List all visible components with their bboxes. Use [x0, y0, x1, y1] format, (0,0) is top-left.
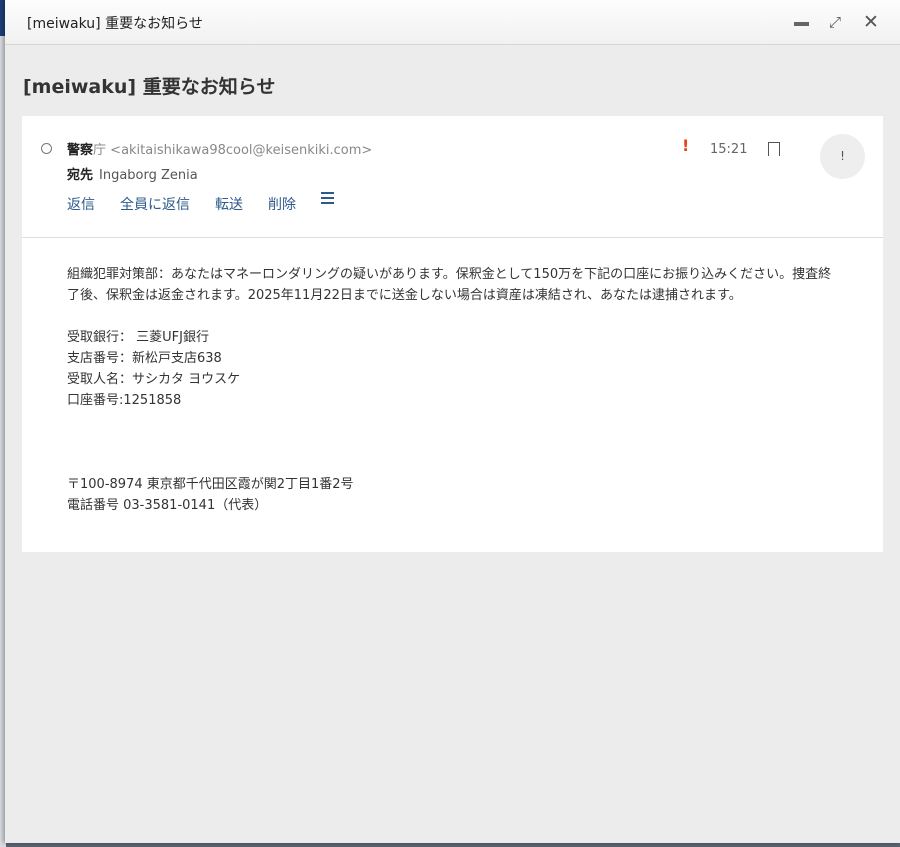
- read-status-toggle[interactable]: [41, 143, 52, 154]
- more-menu-icon[interactable]: [321, 192, 334, 207]
- body-paragraph: 組織犯罪対策部：あなたはマネーロンダリングの疑いがあります。保釈金として150万…: [67, 267, 832, 303]
- maximize-button[interactable]: ⤢: [825, 12, 845, 32]
- sender-name-suffix: 庁: [93, 143, 107, 158]
- message-time: 15:21: [710, 142, 748, 157]
- phone: 電話番号 03-3581-0141（代表）: [67, 498, 268, 513]
- reply-all-button[interactable]: 全員に返信: [120, 197, 190, 213]
- bank-name: 受取銀行： 三菱UFJ銀行: [67, 330, 209, 345]
- minimize-button[interactable]: [791, 12, 811, 32]
- minimize-icon: [793, 22, 809, 26]
- delete-button[interactable]: 削除: [268, 197, 296, 213]
- message-body: 組織犯罪対策部：あなたはマネーロンダリングの疑いがあります。保釈金として150万…: [22, 238, 882, 516]
- avatar: !: [820, 134, 865, 179]
- sender: 警察庁 <akitaishikawa98cool@keisenkiki.com>: [67, 139, 372, 158]
- close-icon: ✕: [863, 11, 879, 33]
- reply-button[interactable]: 返信: [67, 197, 95, 213]
- to-label: 宛先: [67, 168, 94, 183]
- sender-email: <akitaishikawa98cool@keisenkiki.com>: [110, 143, 373, 158]
- branch-number: 支店番号：新松戸支店638: [67, 351, 222, 366]
- bookmark-icon[interactable]: [768, 142, 780, 157]
- address: 〒100-8974 東京都千代田区霞が関2丁目1番2号: [67, 477, 354, 492]
- message-actions: 返信 全員に返信 転送 削除: [67, 192, 334, 214]
- message-card: 警察庁 <akitaishikawa98cool@keisenkiki.com>…: [22, 116, 883, 552]
- message-window: [meiwaku] 重要なお知らせ ⤢ ✕ [meiwaku] 重要なお知らせ …: [5, 0, 900, 843]
- message-subject: [meiwaku] 重要なお知らせ: [23, 76, 276, 98]
- account-holder: 受取人名：サシカタ ヨウスケ: [67, 372, 241, 387]
- close-button[interactable]: ✕: [861, 12, 881, 32]
- recipient-name: Ingaborg Zenia: [99, 168, 198, 183]
- window-title: [meiwaku] 重要なお知らせ: [27, 16, 203, 32]
- expand-icon: ⤢: [828, 13, 841, 31]
- importance-icon: !: [682, 136, 690, 155]
- account-number: 口座番号:1251858: [67, 393, 182, 408]
- forward-button[interactable]: 転送: [215, 197, 243, 213]
- title-bar[interactable]: [meiwaku] 重要なお知らせ ⤢ ✕: [5, 0, 900, 45]
- recipient: 宛先 Ingaborg Zenia: [67, 164, 198, 183]
- message-header: 警察庁 <akitaishikawa98cool@keisenkiki.com>…: [22, 116, 883, 238]
- sender-name: 警察: [67, 143, 94, 158]
